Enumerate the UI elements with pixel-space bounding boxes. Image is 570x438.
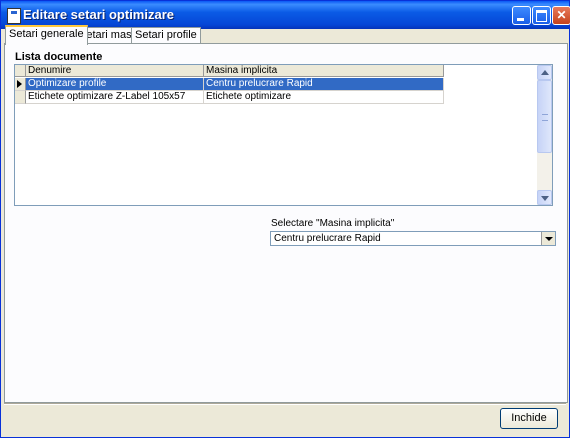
machine-select-dropdown[interactable]: Centru prelucrare Rapid bbox=[270, 231, 556, 246]
scroll-thumb[interactable] bbox=[537, 80, 552, 153]
tab-panel-setari-generale: Lista documente Denumire Masina implicit… bbox=[4, 43, 568, 403]
documents-grid[interactable]: Denumire Masina implicita Optimizare pro… bbox=[14, 64, 553, 206]
section-title: Lista documente bbox=[15, 51, 103, 63]
close-button[interactable]: Inchide bbox=[500, 408, 558, 429]
chevron-down-icon bbox=[541, 196, 549, 201]
window-title: Editare setari optimizare bbox=[23, 7, 174, 22]
vertical-scrollbar[interactable] bbox=[537, 65, 552, 205]
row-selector[interactable] bbox=[15, 78, 26, 91]
minimize-icon bbox=[513, 7, 530, 24]
dropdown-button[interactable] bbox=[541, 232, 555, 245]
current-row-icon bbox=[17, 80, 22, 88]
maximize-icon bbox=[533, 7, 550, 24]
machine-select-label: Selectare "Masina implicita" bbox=[271, 218, 395, 229]
tab-setari-profile[interactable]: Setari profile bbox=[131, 27, 201, 43]
cell-masina-implicita[interactable]: Centru prelucrare Rapid bbox=[204, 78, 444, 91]
maximize-button[interactable] bbox=[532, 6, 551, 25]
chevron-down-icon bbox=[545, 237, 553, 241]
machine-select-value: Centru prelucrare Rapid bbox=[274, 233, 381, 244]
cell-denumire[interactable]: Optimizare profile bbox=[26, 78, 204, 91]
footer-divider bbox=[4, 403, 566, 405]
dialog-window: Editare setari optimizare ✕ Setari gener… bbox=[0, 0, 570, 438]
close-icon: ✕ bbox=[556, 8, 567, 22]
tab-setari-generale[interactable]: Setari generale bbox=[5, 25, 88, 45]
chevron-up-icon bbox=[541, 70, 549, 75]
scroll-down-button[interactable] bbox=[537, 190, 552, 205]
column-header-denumire[interactable]: Denumire bbox=[26, 65, 204, 77]
app-icon bbox=[7, 8, 21, 24]
row-selector[interactable] bbox=[15, 91, 26, 104]
cell-masina-implicita[interactable]: Etichete optimizare bbox=[204, 91, 444, 104]
minimize-button[interactable] bbox=[512, 6, 531, 25]
header-row-selector bbox=[15, 65, 26, 77]
cell-denumire[interactable]: Etichete optimizare Z-Label 105x57 bbox=[26, 91, 204, 104]
grip-icon bbox=[542, 114, 548, 121]
scroll-up-button[interactable] bbox=[537, 65, 552, 80]
close-window-button[interactable]: ✕ bbox=[552, 6, 570, 25]
column-header-masina-implicita[interactable]: Masina implicita bbox=[204, 65, 444, 77]
